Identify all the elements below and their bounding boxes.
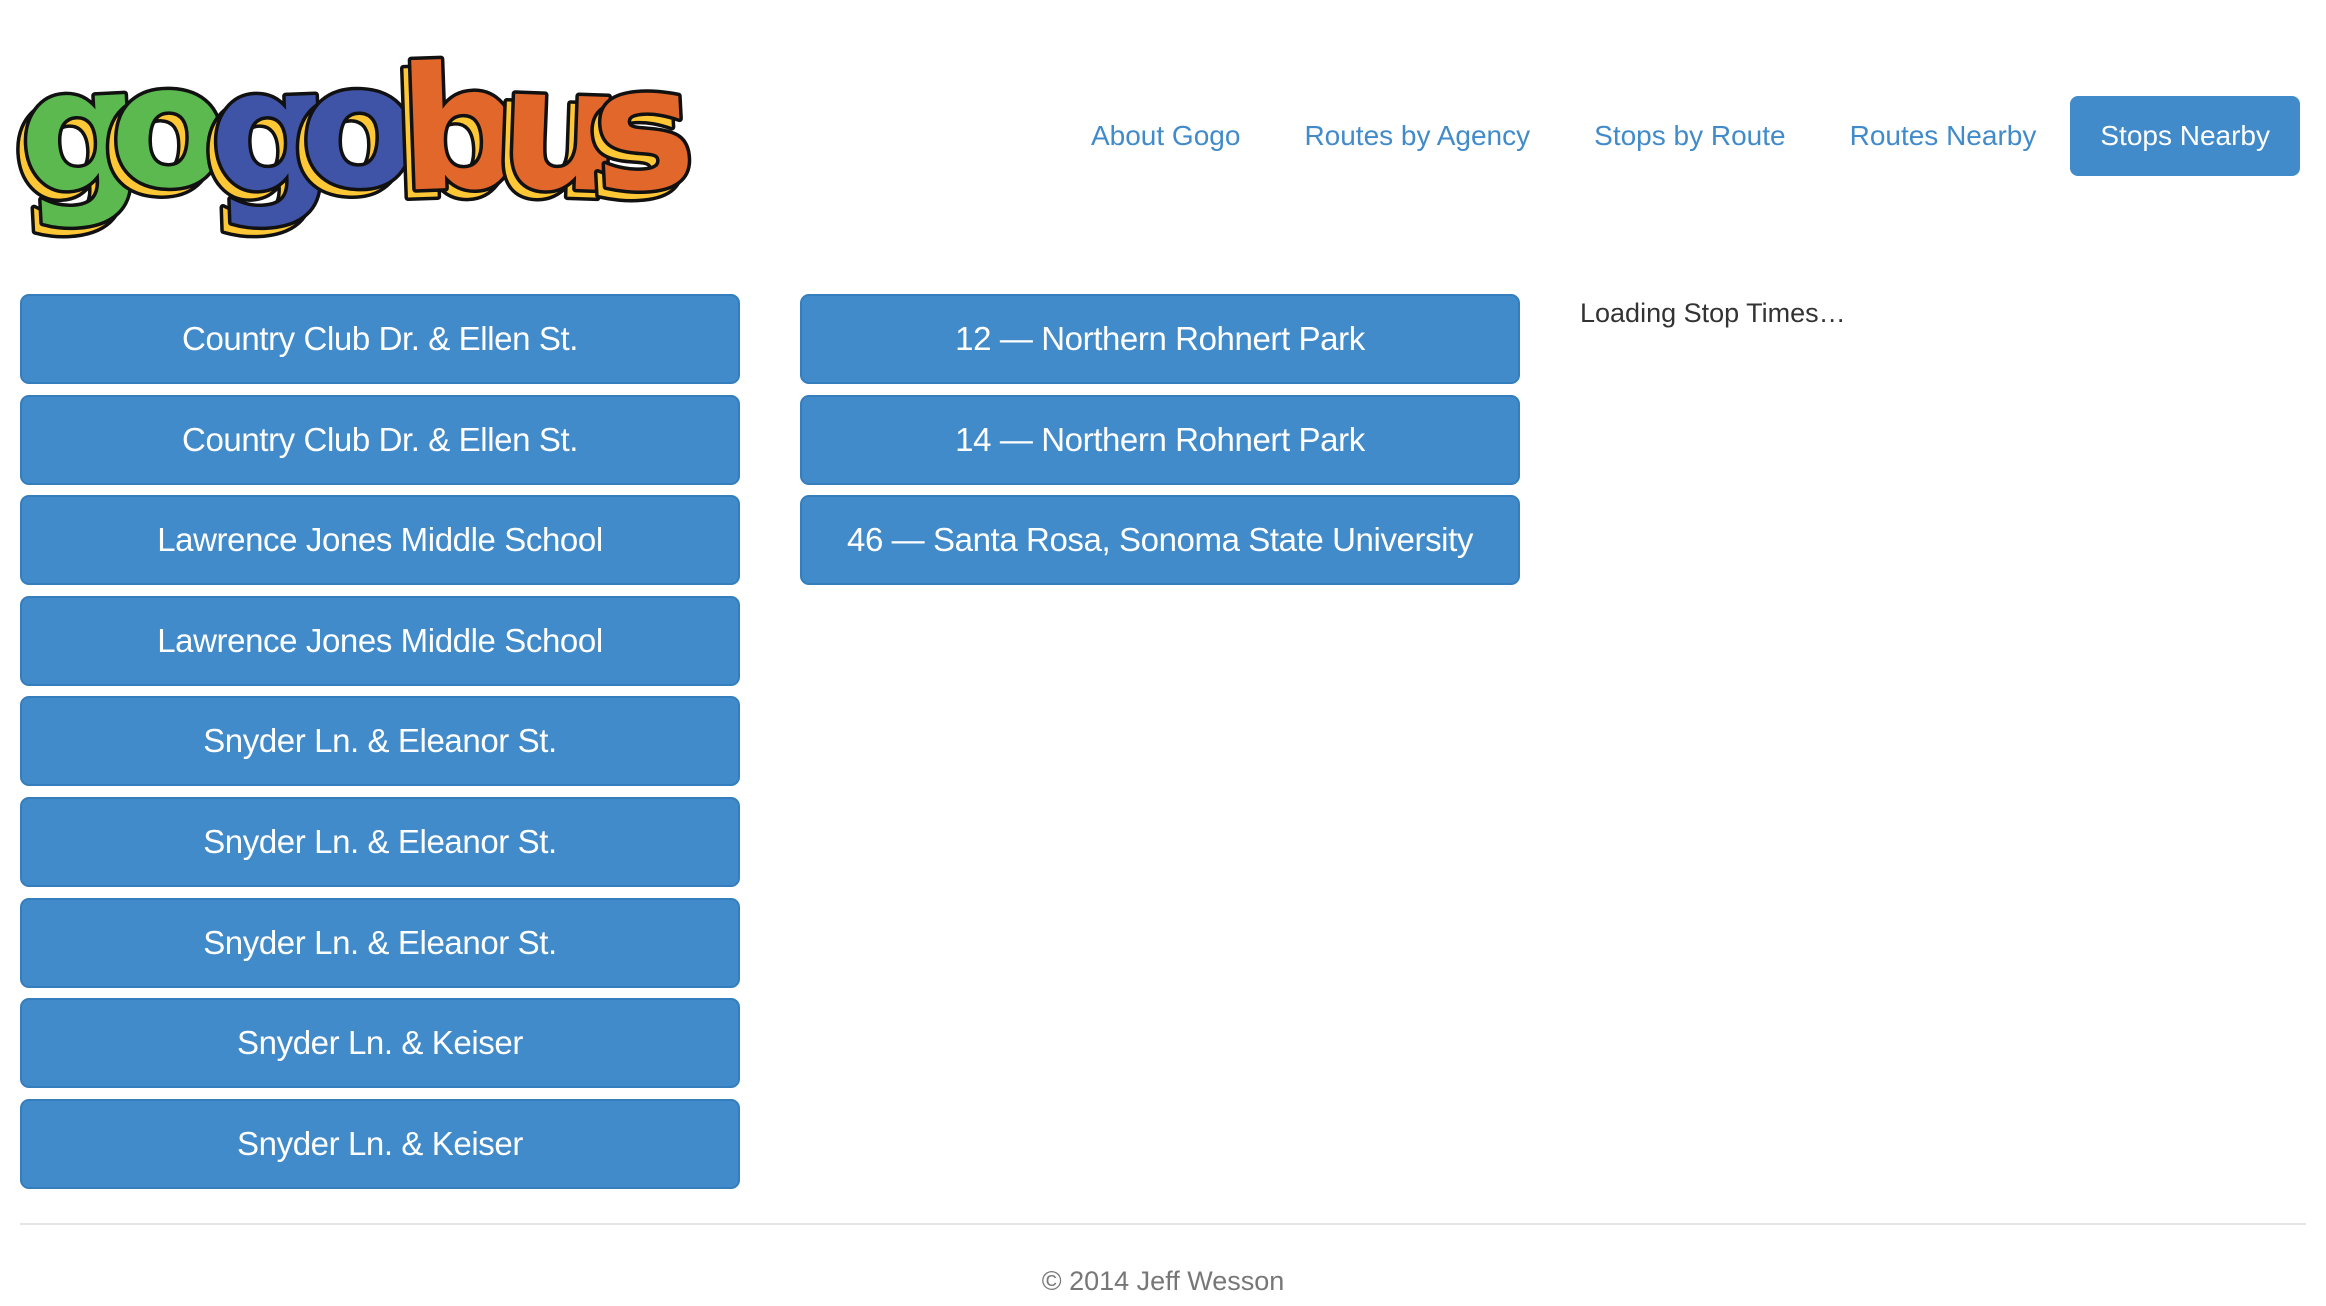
nav-routes-nearby[interactable]: Routes Nearby [1820,96,2067,176]
page: ggooggoobbuuss About Gogo Routes by Agen… [0,0,2326,1306]
stop-times-status: Loading Stop Times… [1580,298,1846,328]
stop-button[interactable]: Country Club Dr. & Ellen St. [20,394,740,485]
nav-stops-by-route[interactable]: Stops by Route [1564,96,1815,176]
nearby-stops-list: Country Club Dr. & Ellen St. Country Clu… [20,294,740,1199]
stop-button[interactable]: Snyder Ln. & Eleanor St. [20,897,740,988]
stop-button[interactable]: Lawrence Jones Middle School [20,595,740,686]
stop-routes-list: 12 — Northern Rohnert Park 14 — Northern… [800,294,1520,596]
stop-button[interactable]: Lawrence Jones Middle School [20,495,740,586]
nav-routes-by-agency[interactable]: Routes by Agency [1274,96,1560,176]
stop-button[interactable]: Snyder Ln. & Keiser [20,1098,740,1189]
stop-button[interactable]: Snyder Ln. & Eleanor St. [20,796,740,887]
stop-button[interactable]: Snyder Ln. & Eleanor St. [20,696,740,787]
route-button[interactable]: 12 — Northern Rohnert Park [800,294,1520,384]
route-button[interactable]: 14 — Northern Rohnert Park [800,394,1520,485]
gogobus-logo[interactable]: ggooggoobbuuss [14,30,714,245]
main-nav: About Gogo Routes by Agency Stops by Rou… [1057,96,2300,176]
nav-stops-nearby[interactable]: Stops Nearby [2070,96,2300,176]
logo-letter-s: ss [577,30,703,243]
stop-button[interactable]: Country Club Dr. & Ellen St. [20,294,740,384]
svg-text:s: s [588,30,699,232]
footer-divider [20,1223,2306,1225]
footer-copyright: © 2014 Jeff Wesson [1041,1266,1285,1296]
nav-about-gogo[interactable]: About Gogo [1061,96,1270,176]
route-button[interactable]: 46 — Santa Rosa, Sonoma State University [800,495,1520,586]
stop-button[interactable]: Snyder Ln. & Keiser [20,998,740,1089]
logo-letters: ggooggoobbuuss [14,30,703,245]
